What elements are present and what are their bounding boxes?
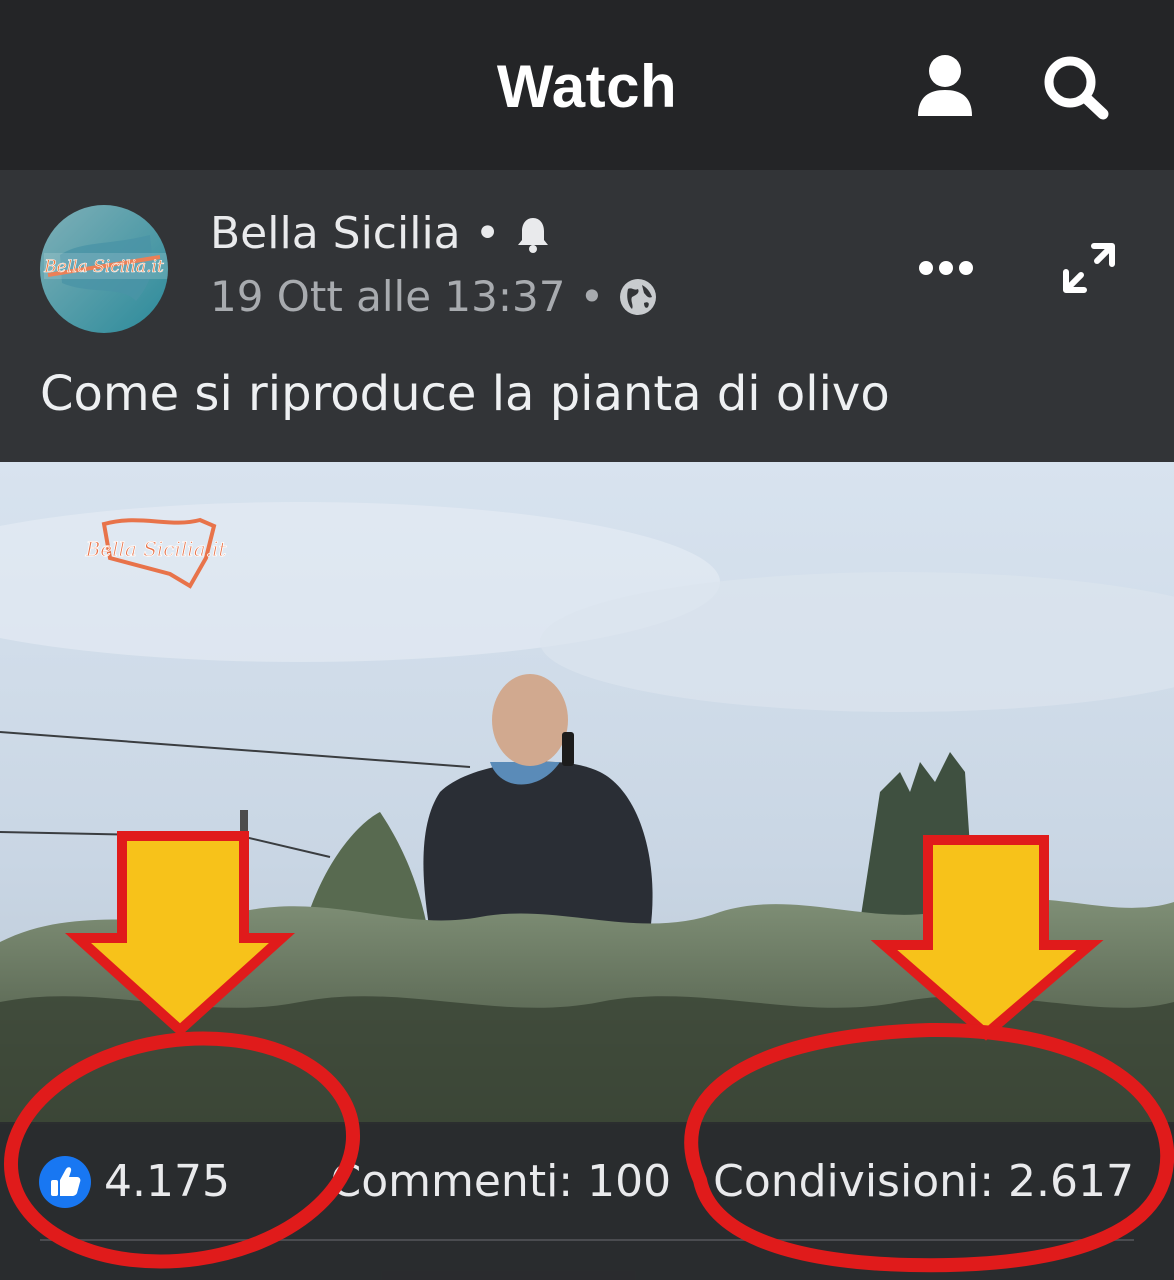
more-options-icon[interactable]	[918, 256, 974, 280]
page-title: Watch	[496, 53, 678, 120]
video-frame: Bella Sicilia.it	[0, 462, 1174, 1124]
comments-shares: Commenti: 100 Condivisioni: 2.617	[331, 1156, 1135, 1207]
page-name[interactable]: Bella Sicilia	[210, 208, 461, 259]
profile-icon[interactable]	[916, 54, 974, 118]
page-name-row[interactable]: Bella Sicilia •	[210, 208, 551, 259]
comment-count[interactable]: Commenti: 100	[331, 1156, 672, 1207]
globe-icon	[620, 278, 657, 315]
post-meta: 19 Ott alle 13:37 •	[210, 272, 658, 321]
watermark-logo: Bella Sicilia.it	[85, 537, 228, 561]
like-count[interactable]: 4.175	[104, 1156, 230, 1207]
svg-text:Bella Sicilia.it: Bella Sicilia.it	[43, 257, 164, 277]
post-caption: Come si riproduce la pianta di olivo	[40, 366, 890, 422]
expand-icon[interactable]	[1060, 240, 1118, 296]
share-count[interactable]: Condivisioni: 2.617	[713, 1156, 1134, 1207]
post-date[interactable]: 19 Ott alle 13:37	[210, 272, 565, 321]
video-player[interactable]: Bella Sicilia.it	[0, 462, 1174, 1124]
avatar[interactable]: Bella Sicilia.it	[40, 205, 168, 333]
like-icon[interactable]	[38, 1155, 92, 1209]
divider	[40, 1239, 1134, 1241]
bell-icon[interactable]	[515, 215, 551, 253]
search-icon[interactable]	[1042, 55, 1110, 121]
separator-dot: •	[474, 208, 501, 259]
separator-dot: •	[579, 272, 605, 321]
